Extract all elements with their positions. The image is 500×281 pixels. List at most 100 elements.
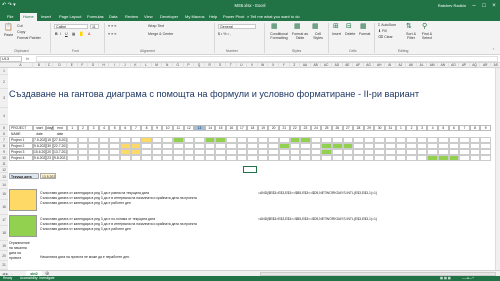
gantt-cell[interactable] [321, 155, 332, 161]
gantt-cell[interactable] [173, 149, 184, 155]
gantt-cell[interactable] [395, 155, 407, 161]
gantt-cell[interactable] [395, 143, 407, 149]
calendar-day-cell[interactable]: 6 [448, 125, 460, 131]
format-painter-button[interactable]: Format Painter [17, 36, 41, 40]
column-header[interactable]: B [33, 63, 46, 68]
format-cells-icon[interactable]: ▦ [360, 22, 367, 30]
project-name-cell[interactable]: Project 4 [9, 155, 33, 161]
start-date-cell[interactable]: 7.5.2021 [33, 137, 46, 143]
gantt-cell[interactable] [109, 137, 120, 143]
gantt-cell[interactable] [448, 155, 460, 161]
gantt-cell[interactable] [98, 149, 110, 155]
vertical-scrollbar[interactable] [495, 68, 500, 270]
calendar-day-cell[interactable]: 4 [98, 125, 110, 131]
cut-button[interactable]: Cut [17, 24, 23, 28]
fx-icon[interactable]: fx [26, 56, 29, 61]
end-date-cell[interactable]: 27.5.2021 [53, 137, 67, 143]
find-select-button[interactable]: Find & Select [419, 32, 435, 40]
calendar-day-cell[interactable]: 16 [226, 125, 237, 131]
column-header[interactable]: AL [417, 63, 428, 68]
calendar-day-cell[interactable]: 19 [257, 125, 269, 131]
row-header[interactable]: 4 [0, 108, 8, 125]
column-header[interactable]: Y [279, 63, 290, 68]
tab-page-layout[interactable]: Page Layout [56, 13, 84, 21]
gantt-cell[interactable] [279, 137, 290, 143]
gantt-cell[interactable] [448, 143, 460, 149]
underline-icon[interactable]: U [65, 32, 68, 36]
gantt-cell[interactable] [438, 149, 449, 155]
gantt-cell[interactable] [363, 137, 375, 143]
gantt-cell[interactable] [374, 149, 385, 155]
italic-icon[interactable]: I [60, 32, 61, 36]
gantt-cell[interactable] [257, 143, 269, 149]
calendar-day-cell[interactable]: 25 [321, 125, 332, 131]
gantt-cell[interactable] [183, 137, 195, 143]
gantt-cell[interactable] [427, 149, 438, 155]
calendar-day-cell[interactable]: 11 [173, 125, 184, 131]
tab-help[interactable]: Help [206, 13, 220, 21]
gantt-cell[interactable] [310, 137, 322, 143]
gantt-cell[interactable] [321, 137, 332, 143]
end-date-cell[interactable]: 22.7.2021 [53, 143, 67, 149]
gantt-cell[interactable] [416, 137, 428, 143]
gantt-cell[interactable] [385, 143, 396, 149]
delete-cells-button[interactable]: Delete [345, 32, 355, 36]
row-header[interactable]: 20 [0, 251, 8, 261]
end-date-cell[interactable]: 9.8.2021 [53, 155, 67, 161]
column-header[interactable]: U [237, 63, 248, 68]
tab-developer[interactable]: Developer [157, 13, 181, 21]
gantt-cell[interactable] [363, 149, 375, 155]
gantt-cell[interactable] [257, 149, 269, 155]
calendar-day-cell[interactable]: 30 [374, 125, 385, 131]
gantt-cell[interactable] [279, 143, 290, 149]
tab-insert[interactable]: Insert [38, 13, 54, 21]
gantt-cell[interactable] [194, 155, 205, 161]
gantt-cell[interactable] [480, 143, 491, 149]
gantt-cell[interactable] [173, 155, 184, 161]
wrap-text-button[interactable]: Wrap Text [148, 24, 164, 28]
gantt-cell[interactable] [448, 137, 460, 143]
gantt-cell[interactable] [215, 149, 226, 155]
gantt-cell[interactable] [183, 155, 195, 161]
days-cell[interactable]: 30 [46, 143, 53, 149]
tab-home[interactable]: Home [20, 13, 37, 21]
calendar-day-cell[interactable]: 5 [438, 125, 449, 131]
column-header[interactable]: N [162, 63, 173, 68]
gantt-cell[interactable] [247, 137, 258, 143]
column-header[interactable]: W [258, 63, 269, 68]
gantt-cell[interactable] [416, 155, 428, 161]
copy-button[interactable]: Copy [17, 30, 25, 34]
calendar-day-cell[interactable]: 2 [77, 125, 89, 131]
gantt-cell[interactable] [332, 137, 343, 143]
gantt-cell[interactable] [236, 143, 248, 149]
column-header[interactable]: G [88, 63, 99, 68]
autosum-button[interactable]: Σ AutoSum [378, 23, 396, 27]
gantt-cell[interactable] [459, 137, 470, 143]
tab-formulas[interactable]: Formulas [84, 13, 107, 21]
column-header[interactable]: AN [438, 63, 449, 68]
gantt-cell[interactable] [395, 137, 407, 143]
column-header[interactable]: AK [406, 63, 417, 68]
calendar-day-cell[interactable]: 31 [385, 125, 396, 131]
column-header[interactable]: S [215, 63, 226, 68]
gantt-cell[interactable] [141, 155, 152, 161]
header-days[interactable]: days [46, 125, 54, 131]
gantt-cell[interactable] [416, 143, 428, 149]
row-header[interactable]: 18 [0, 226, 8, 241]
gantt-cell[interactable] [438, 155, 449, 161]
column-header[interactable]: O [173, 63, 184, 68]
gantt-cell[interactable] [289, 137, 301, 143]
cell-styles-icon[interactable]: ▦ [312, 22, 319, 30]
row-header[interactable]: 16 [0, 200, 8, 215]
gantt-cell[interactable] [226, 149, 237, 155]
gantt-cell[interactable] [215, 137, 226, 143]
column-header[interactable]: AA [300, 63, 311, 68]
gantt-cell[interactable] [120, 137, 131, 143]
gantt-cell[interactable] [310, 155, 322, 161]
column-header[interactable]: AC [321, 63, 332, 68]
gantt-cell[interactable] [268, 143, 279, 149]
calendar-day-cell[interactable]: 5 [109, 125, 120, 131]
column-header[interactable]: AE [343, 63, 354, 68]
gantt-cell[interactable] [406, 143, 417, 149]
row-header[interactable]: 14 [0, 181, 8, 189]
